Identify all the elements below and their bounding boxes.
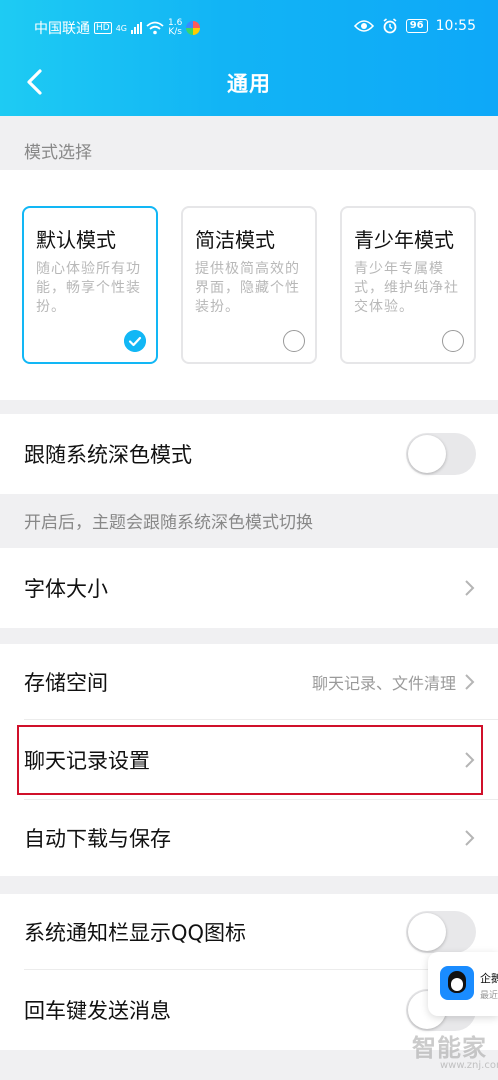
auto-download-row[interactable]: 自动下载与保存 <box>0 800 498 876</box>
mode-desc: 提供极简高效的界面，隐藏个性装扮。 <box>195 261 300 315</box>
font-size-row[interactable]: 字体大小 <box>0 548 498 628</box>
wifi-icon <box>146 21 164 35</box>
mode-section-label: 模式选择 <box>24 143 92 163</box>
mode-desc: 青少年专属模式，维护纯净社交体验。 <box>354 261 459 315</box>
toggle-knob <box>408 913 446 951</box>
notify-icon-row: 系统通知栏显示QQ图标 <box>0 894 498 970</box>
check-icon <box>124 330 146 352</box>
page-title: 通用 <box>227 72 271 96</box>
storage-value: 聊天记录、文件清理 <box>311 674 456 693</box>
hd-badge: HD <box>94 22 112 34</box>
radio-icon <box>283 330 305 352</box>
toggle-knob <box>408 435 446 473</box>
watermark-url: www.znj.com <box>440 1060 498 1071</box>
status-bar: 中国联通 HD 4G 1.6 K/s 96 10:55 <box>0 0 498 56</box>
dark-mode-toggle[interactable] <box>406 433 476 475</box>
chevron-right-icon <box>465 674 475 690</box>
font-size-label: 字体大小 <box>24 577 108 601</box>
mode-title: 默认模式 <box>36 228 116 252</box>
mode-card-default[interactable]: 默认模式 随心体验所有功能，畅享个性装扮。 <box>22 206 158 364</box>
highlight-box <box>17 725 483 795</box>
clock: 10:55 <box>435 18 476 34</box>
mode-card-teen[interactable]: 青少年模式 青少年专属模式，维护纯净社交体验。 <box>340 206 476 364</box>
notify-icon-label: 系统通知栏显示QQ图标 <box>24 921 247 945</box>
battery-icon: 96 <box>405 19 428 33</box>
mode-card-simple[interactable]: 简洁模式 提供极简高效的界面，隐藏个性装扮。 <box>181 206 317 364</box>
dark-mode-row: 跟随系统深色模式 <box>0 414 498 494</box>
network-type: 4G <box>115 23 127 33</box>
mode-title: 简洁模式 <box>195 228 275 252</box>
app-notification-icon <box>186 21 201 35</box>
signal-icon <box>131 22 142 34</box>
mode-title: 青少年模式 <box>354 228 454 252</box>
radio-icon <box>442 330 464 352</box>
qq-penguin-icon <box>440 966 474 1000</box>
net-speed: 1.6 K/s <box>168 18 183 37</box>
enter-send-label: 回车键发送消息 <box>24 999 171 1023</box>
storage-label: 存储空间 <box>24 671 108 695</box>
mode-desc: 随心体验所有功能，畅享个性装扮。 <box>36 261 141 315</box>
chevron-right-icon <box>465 580 475 596</box>
app-header: 中国联通 HD 4G 1.6 K/s 96 10:55 通用 <box>0 0 498 116</box>
auto-download-label: 自动下载与保存 <box>24 827 171 851</box>
widget-title: 企鹅 <box>480 972 498 985</box>
widget-subtitle: 最近 <box>480 991 498 1001</box>
eye-icon <box>353 20 374 32</box>
dark-mode-hint: 开启后，主题会跟随系统深色模式切换 <box>24 513 313 533</box>
watermark: 智能家 <box>412 1034 487 1062</box>
alarm-icon <box>383 18 397 34</box>
dark-mode-label: 跟随系统深色模式 <box>24 443 192 467</box>
mode-card-group: 默认模式 随心体验所有功能，畅享个性装扮。 简洁模式 提供极简高效的界面，隐藏个… <box>0 170 498 400</box>
carrier-label: 中国联通 <box>34 21 90 37</box>
chevron-right-icon <box>465 830 475 846</box>
storage-row[interactable]: 存储空间 聊天记录、文件清理 <box>0 644 498 720</box>
floating-widget[interactable]: 企鹅 最近 <box>428 952 498 1016</box>
notify-icon-toggle[interactable] <box>406 911 476 953</box>
